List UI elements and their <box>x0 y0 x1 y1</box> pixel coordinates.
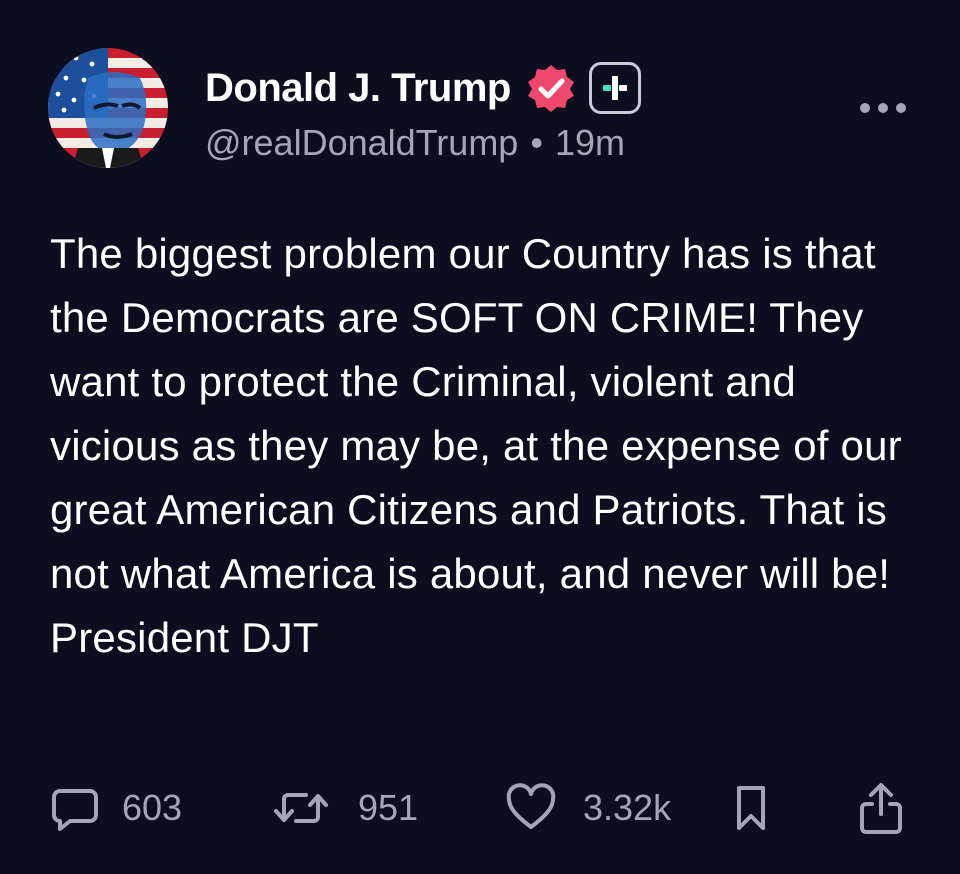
author-display-name[interactable]: Donald J. Trump <box>205 66 511 111</box>
avatar[interactable] <box>48 48 168 168</box>
post-card: Donald J. Trump @realDonaldTrump • 19m T… <box>0 0 960 874</box>
more-icon[interactable] <box>860 96 906 120</box>
share-button[interactable] <box>858 776 904 840</box>
reply-count: 603 <box>122 787 183 828</box>
action-bar: 603 951 3.32k <box>0 776 960 840</box>
author-name-row: Donald J. Trump <box>205 58 641 118</box>
share-icon <box>858 780 904 836</box>
like-count: 3.32k <box>583 787 672 828</box>
avatar-image <box>48 48 168 168</box>
repost-button[interactable]: 951 <box>272 776 418 840</box>
repost-count: 951 <box>358 787 419 828</box>
bookmark-button[interactable] <box>733 776 769 840</box>
more-dot <box>896 103 906 113</box>
bookmark-icon <box>733 782 769 834</box>
reply-button[interactable]: 603 <box>50 776 182 840</box>
verified-badge-icon <box>525 62 577 114</box>
comment-icon <box>50 783 100 833</box>
meta-separator: • <box>530 122 543 163</box>
author-meta: @realDonaldTrump • 19m <box>205 122 625 164</box>
plus-badge-icon[interactable] <box>588 62 641 114</box>
repost-icon <box>272 783 332 833</box>
author-handle[interactable]: @realDonaldTrump <box>205 122 518 164</box>
post-text: The biggest problem our Country has is t… <box>50 230 902 661</box>
more-dot <box>860 103 870 113</box>
more-dot <box>878 103 888 113</box>
heart-icon <box>505 783 557 833</box>
post-time: 19m <box>554 122 625 163</box>
like-button[interactable]: 3.32k <box>505 776 671 840</box>
